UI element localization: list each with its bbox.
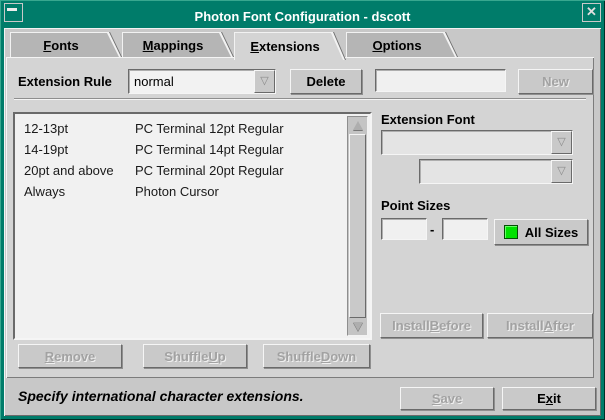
- list-scrollbar[interactable]: [347, 116, 368, 336]
- window-menu-button[interactable]: [4, 3, 23, 22]
- close-icon[interactable]: ✕: [582, 3, 601, 22]
- extension-font-family-dropdown[interactable]: ▽: [381, 130, 573, 155]
- install-before-button[interactable]: Install Before: [380, 313, 483, 338]
- chevron-down-icon[interactable]: ▽: [254, 70, 275, 93]
- install-after-button[interactable]: Install After: [487, 313, 593, 338]
- scroll-down-icon[interactable]: [349, 319, 366, 334]
- all-sizes-toggle[interactable]: All Sizes: [494, 219, 588, 245]
- extension-rule-label: Extension Rule: [18, 74, 112, 89]
- extension-font-style-dropdown[interactable]: ▽: [419, 159, 573, 184]
- shuffle-down-button[interactable]: Shuffle Down: [263, 344, 370, 368]
- tab-options[interactable]: Options: [346, 32, 458, 57]
- extension-rule-dropdown[interactable]: normal ▽: [128, 69, 276, 94]
- extension-rule-selected: normal: [129, 74, 254, 89]
- tab-fonts[interactable]: Fonts: [10, 32, 122, 57]
- remove-button[interactable]: Remove: [18, 344, 122, 368]
- led-on-icon: [504, 225, 518, 239]
- scroll-up-icon[interactable]: [349, 118, 366, 133]
- point-sizes-label: Point Sizes: [381, 198, 450, 213]
- scrollbar-thumb[interactable]: [349, 134, 366, 318]
- window-menu-icon: [7, 8, 17, 11]
- title-bar: Photon Font Configuration - dscott: [4, 4, 601, 29]
- window-title: Photon Font Configuration - dscott: [195, 9, 411, 24]
- list-item[interactable]: 14-19pt PC Terminal 14pt Regular: [15, 139, 370, 160]
- chevron-down-icon[interactable]: ▽: [551, 160, 572, 183]
- list-item[interactable]: 12-13pt PC Terminal 12pt Regular: [15, 118, 370, 139]
- shuffle-up-button[interactable]: Shuffle Up: [143, 344, 247, 368]
- chevron-down-icon[interactable]: ▽: [551, 131, 572, 154]
- point-size-to-input[interactable]: [442, 218, 488, 240]
- tab-mappings[interactable]: Mappings: [122, 32, 234, 57]
- new-rule-name-input[interactable]: [375, 69, 506, 92]
- separator: [14, 98, 586, 100]
- save-button[interactable]: Save: [400, 387, 494, 410]
- list-item[interactable]: 20pt and above PC Terminal 20pt Regular: [15, 160, 370, 181]
- delete-button[interactable]: Delete: [290, 69, 362, 94]
- new-button[interactable]: New: [518, 69, 593, 94]
- tab-extensions[interactable]: Extensions: [234, 32, 346, 60]
- list-item[interactable]: Always Photon Cursor: [15, 181, 370, 202]
- point-size-range-dash: -: [430, 222, 434, 237]
- photon-font-configuration-window: Photon Font Configuration - dscott ✕ Fon…: [0, 0, 605, 420]
- extension-font-label: Extension Font: [381, 112, 475, 127]
- extension-rules-list[interactable]: 12-13pt PC Terminal 12pt Regular 14-19pt…: [13, 112, 372, 340]
- status-text: Specify international character extensio…: [18, 388, 304, 404]
- point-size-from-input[interactable]: [381, 218, 427, 240]
- exit-button[interactable]: Exit: [502, 387, 596, 410]
